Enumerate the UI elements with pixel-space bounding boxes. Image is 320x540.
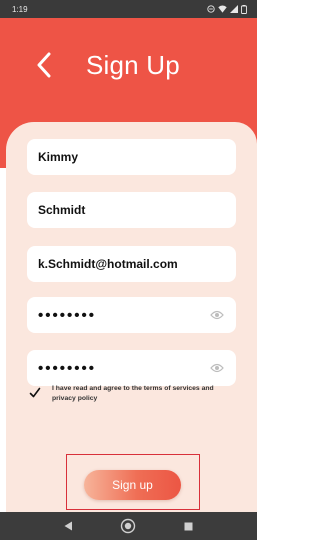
terms-label: I have read and agree to the terms of se… <box>52 385 214 402</box>
home-circle-icon[interactable] <box>120 518 136 534</box>
sign-up-button[interactable]: Sign up <box>84 470 181 500</box>
status-bar: 1:19 <box>0 0 257 18</box>
status-time: 1:19 <box>12 4 28 14</box>
first-name-value: Kimmy <box>38 150 79 164</box>
navigation-bar <box>0 512 257 540</box>
signal-icon <box>230 5 238 13</box>
wifi-icon <box>218 5 227 13</box>
battery-icon <box>241 4 247 14</box>
first-name-field[interactable]: Kimmy <box>27 139 236 175</box>
email-value: k.Schmidt@hotmail.com <box>38 257 178 271</box>
back-triangle-icon[interactable] <box>64 521 73 531</box>
status-icons <box>207 4 247 14</box>
do-not-disturb-icon <box>207 5 215 13</box>
confirm-password-value: •••••••• <box>38 359 97 377</box>
confirm-password-field[interactable]: •••••••• <box>27 350 236 386</box>
last-name-field[interactable]: Schmidt <box>27 192 236 228</box>
last-name-value: Schmidt <box>38 203 86 217</box>
checkmark-icon[interactable] <box>29 387 41 399</box>
recents-square-icon[interactable] <box>184 522 193 531</box>
password-field[interactable]: •••••••• <box>27 297 236 333</box>
chevron-left-icon[interactable] <box>36 52 52 78</box>
eye-icon[interactable] <box>210 309 224 321</box>
page-title: Sign Up <box>86 50 180 80</box>
password-value: •••••••• <box>38 306 97 324</box>
terms-row: I have read and agree to the terms of se… <box>29 384 239 403</box>
eye-icon[interactable] <box>210 362 224 374</box>
email-field[interactable]: k.Schmidt@hotmail.com <box>27 246 236 282</box>
